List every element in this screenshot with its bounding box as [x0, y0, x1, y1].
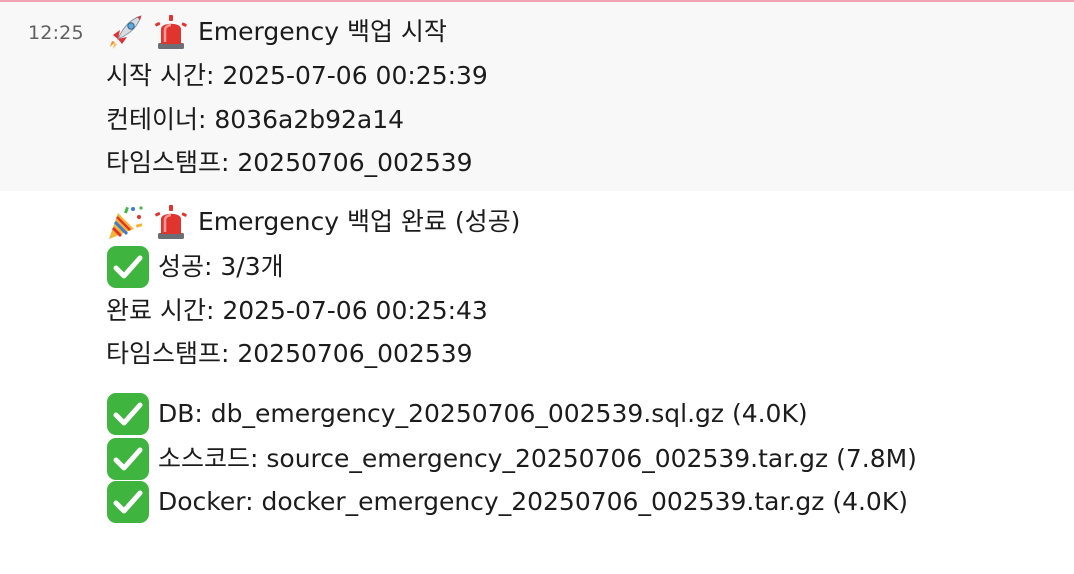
- backup-file-label: Docker: docker_emergency_20250706_002539…: [158, 487, 908, 516]
- message-title-row: Emergency 백업 완료 (성공): [106, 202, 520, 242]
- backup-file-source: 소스코드: source_emergency_20250706_002539.t…: [106, 437, 917, 481]
- message-backup-done[interactable]: Emergency 백업 완료 (성공) 성공: 3/3개 완료 시간: 202…: [0, 191, 1074, 574]
- check-mark-button-icon: [106, 480, 150, 524]
- backup-file-label: DB: db_emergency_20250706_002539.sql.gz …: [158, 399, 808, 428]
- message-backup-start[interactable]: 12:25 Emergency 백업 시작 시작 시간: 2025-07-06 …: [0, 2, 1074, 191]
- timestamp-line: 타임스탬프: 20250706_002539: [106, 148, 473, 177]
- timestamp-line: 타임스탬프: 20250706_002539: [106, 339, 473, 368]
- start-time-line: 시작 시간: 2025-07-06 00:25:39: [106, 61, 488, 90]
- party-popper-icon: [106, 203, 144, 241]
- message-timestamp[interactable]: 12:25: [28, 22, 84, 44]
- rocket-icon: [106, 13, 144, 51]
- success-count: 성공: 3/3개: [158, 252, 284, 281]
- rotating-light-icon: [152, 203, 190, 241]
- message-title-row: Emergency 백업 시작: [106, 12, 447, 52]
- message-title: Emergency 백업 완료 (성공): [198, 207, 521, 236]
- container-line: 컨테이너: 8036a2b92a14: [106, 105, 405, 134]
- check-mark-button-icon: [106, 392, 150, 436]
- done-time-line: 완료 시간: 2025-07-06 00:25:43: [106, 296, 488, 325]
- check-mark-button-icon: [106, 245, 150, 289]
- check-mark-button-icon: [106, 437, 150, 481]
- rotating-light-icon: [152, 13, 190, 51]
- backup-file-label: 소스코드: source_emergency_20250706_002539.t…: [158, 444, 917, 473]
- success-count-line: 성공: 3/3개: [106, 245, 284, 289]
- message-title: Emergency 백업 시작: [198, 17, 447, 46]
- backup-file-db: DB: db_emergency_20250706_002539.sql.gz …: [106, 392, 808, 436]
- backup-file-docker: Docker: docker_emergency_20250706_002539…: [106, 480, 908, 524]
